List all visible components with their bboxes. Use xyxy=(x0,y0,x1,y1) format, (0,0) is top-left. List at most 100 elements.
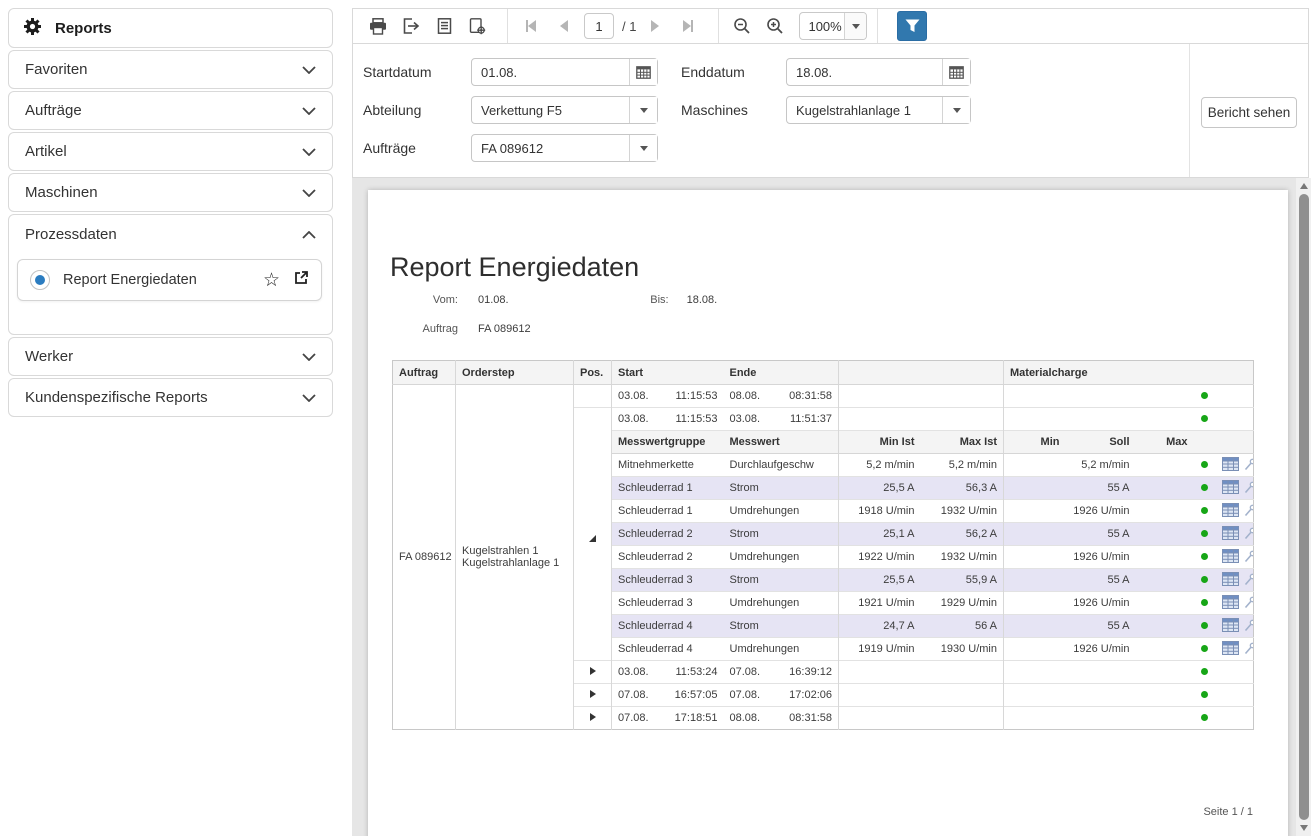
auftraege-label: Aufträge xyxy=(363,140,416,156)
sidebar-item-maschinen[interactable]: Maschinen xyxy=(8,173,333,212)
cell-soll: 1926 U/min xyxy=(1066,546,1136,569)
sidebar-item-werker[interactable]: Werker xyxy=(8,337,333,376)
startdatum-field xyxy=(471,58,658,86)
values-chart-button[interactable] xyxy=(1244,526,1254,543)
cell-orderstep: Kugelstrahlen 1 Kugelstrahlanlage 1 xyxy=(456,385,574,730)
abteilung-select[interactable]: Verkettung F5 xyxy=(471,96,658,124)
scroll-down-arrow-icon[interactable] xyxy=(1300,825,1308,831)
page-number-input[interactable] xyxy=(584,13,614,39)
document-view-button[interactable] xyxy=(431,13,457,39)
status-ok-dot xyxy=(1201,668,1208,675)
values-table-button[interactable] xyxy=(1222,457,1239,474)
next-page-button[interactable] xyxy=(642,13,668,39)
startdatum-calendar-button[interactable] xyxy=(629,59,657,85)
expand-row-icon[interactable] xyxy=(590,713,596,721)
zoom-value: 100% xyxy=(800,19,844,34)
table-icon xyxy=(1222,457,1239,471)
values-table-button[interactable] xyxy=(1222,641,1239,658)
cell-auftrag: FA 089612 xyxy=(393,385,456,730)
values-chart-button[interactable] xyxy=(1244,641,1254,658)
first-page-button[interactable] xyxy=(518,13,544,39)
auftraege-select[interactable]: FA 089612 xyxy=(471,134,658,162)
scrollbar-thumb[interactable] xyxy=(1299,194,1309,820)
export-button[interactable] xyxy=(398,13,424,39)
status-cell xyxy=(1194,592,1216,615)
cell-min xyxy=(1004,523,1066,546)
cell-messwert: Umdrehungen xyxy=(724,592,839,615)
values-table-button[interactable] xyxy=(1222,480,1239,497)
values-table-button[interactable] xyxy=(1222,595,1239,612)
subheader-min-ist: Min Ist xyxy=(839,431,921,454)
collapse-row-icon[interactable] xyxy=(589,535,596,542)
header-auftrag: Auftrag xyxy=(393,361,456,385)
sidebar-item-artikel[interactable]: Artikel xyxy=(8,132,333,171)
startdatum-input[interactable] xyxy=(472,64,629,81)
maschines-select[interactable]: Kugelstrahlanlage 1 xyxy=(786,96,971,124)
favorite-star-icon[interactable]: ☆ xyxy=(263,271,280,290)
abteilung-dropdown-arrow[interactable] xyxy=(629,97,657,123)
table-icon xyxy=(1222,595,1239,609)
enddatum-calendar-button[interactable] xyxy=(942,59,970,85)
auftrag-label: Auftrag xyxy=(368,323,458,335)
status-ok-dot xyxy=(1201,599,1208,606)
status-ok-dot xyxy=(1201,576,1208,583)
line-chart-icon xyxy=(1244,526,1254,540)
sidebar-report-energiedaten[interactable]: Report Energiedaten ☆ xyxy=(17,259,322,301)
chevron-down-icon xyxy=(953,108,961,113)
cell-max xyxy=(1136,546,1194,569)
export-icon xyxy=(402,18,420,34)
values-table-button[interactable] xyxy=(1222,503,1239,520)
zoom-select-arrow[interactable] xyxy=(844,13,866,39)
zoom-in-button[interactable] xyxy=(762,13,788,39)
previous-page-icon xyxy=(560,20,568,32)
report-meta-dates: Vom:01.08.Bis:18.08. xyxy=(368,294,717,306)
open-external-icon[interactable] xyxy=(293,270,309,291)
expand-row-icon[interactable] xyxy=(590,690,596,698)
first-page-icon xyxy=(528,20,536,32)
calendar-icon xyxy=(949,65,964,79)
values-table-button[interactable] xyxy=(1222,572,1239,589)
status-cell xyxy=(1194,477,1216,500)
status-cell xyxy=(1194,546,1216,569)
enddatum-input[interactable] xyxy=(787,64,942,81)
page-setup-button[interactable] xyxy=(464,13,490,39)
section-label: Kundenspezifische Reports xyxy=(25,389,208,406)
previous-page-button[interactable] xyxy=(551,13,577,39)
radio-selected-icon[interactable] xyxy=(30,270,50,290)
sidebar-item-prozessdaten[interactable]: Prozessdaten xyxy=(9,215,332,254)
values-chart-button[interactable] xyxy=(1244,549,1254,566)
values-chart-button[interactable] xyxy=(1244,618,1254,635)
values-table-button[interactable] xyxy=(1222,618,1239,635)
sidebar-item-favoriten[interactable]: Favoriten xyxy=(8,50,333,89)
cell-min-ist: 25,5 A xyxy=(839,569,921,592)
cell-max-ist: 1929 U/min xyxy=(921,592,1004,615)
values-chart-button[interactable] xyxy=(1244,572,1254,589)
expand-row-icon[interactable] xyxy=(590,667,596,675)
zoom-select[interactable]: 100% xyxy=(799,12,867,40)
zoom-out-button[interactable] xyxy=(729,13,755,39)
values-chart-button[interactable] xyxy=(1244,503,1254,520)
values-table-button[interactable] xyxy=(1222,526,1239,543)
bericht-sehen-button[interactable]: Bericht sehen xyxy=(1201,97,1297,128)
status-cell xyxy=(1194,454,1216,477)
auftraege-dropdown-arrow[interactable] xyxy=(629,135,657,161)
last-page-button[interactable] xyxy=(675,13,701,39)
values-chart-button[interactable] xyxy=(1244,457,1254,474)
print-button[interactable] xyxy=(365,13,391,39)
scroll-up-arrow-icon[interactable] xyxy=(1300,183,1308,189)
vertical-scrollbar[interactable] xyxy=(1296,178,1311,836)
sidebar-item-auftraege[interactable]: Aufträge xyxy=(8,91,333,130)
filter-button[interactable] xyxy=(897,11,927,41)
cell-messwert: Umdrehungen xyxy=(724,546,839,569)
chevron-down-icon xyxy=(302,348,316,365)
cell-start-time: 17:18:51 xyxy=(669,707,724,730)
sidebar-item-kundenspezifische-reports[interactable]: Kundenspezifische Reports xyxy=(8,378,333,417)
cell-max xyxy=(1136,638,1194,661)
values-table-button[interactable] xyxy=(1222,549,1239,566)
maschines-dropdown-arrow[interactable] xyxy=(942,97,970,123)
page-total-label: / 1 xyxy=(622,19,636,34)
values-chart-button[interactable] xyxy=(1244,595,1254,612)
cell-soll: 1926 U/min xyxy=(1066,592,1136,615)
values-chart-button[interactable] xyxy=(1244,480,1254,497)
cell-min-ist: 25,5 A xyxy=(839,477,921,500)
